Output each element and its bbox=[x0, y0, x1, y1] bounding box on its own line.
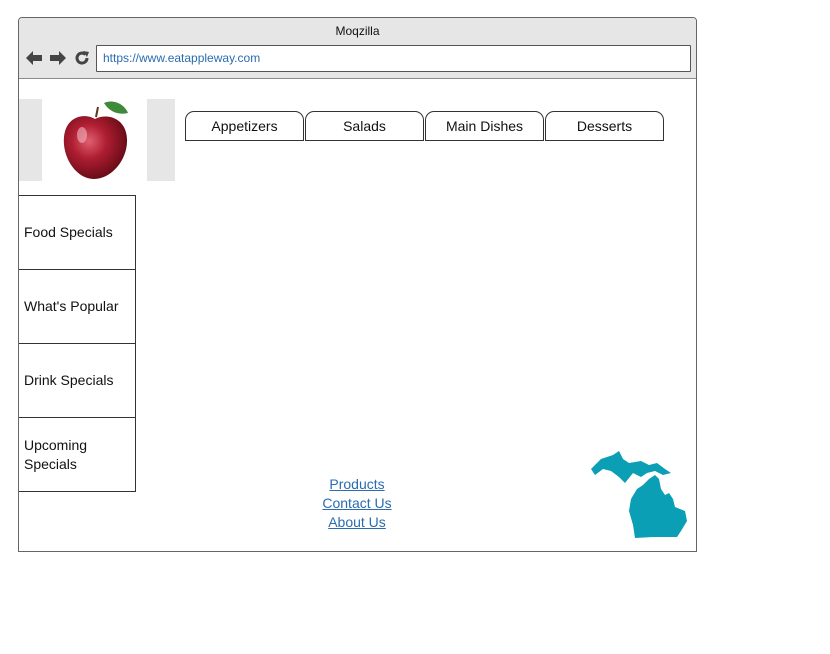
forward-arrow-icon bbox=[50, 51, 66, 65]
forward-button[interactable] bbox=[49, 49, 67, 67]
apple-icon bbox=[63, 101, 128, 179]
footer-links: Products Contact Us About Us bbox=[294, 475, 420, 532]
tab-salads[interactable]: Salads bbox=[305, 111, 424, 141]
logo-container bbox=[19, 99, 175, 181]
reload-icon bbox=[75, 51, 89, 65]
footer-link-contact-us[interactable]: Contact Us bbox=[294, 494, 420, 513]
reload-button[interactable] bbox=[73, 49, 91, 67]
back-arrow-icon bbox=[26, 51, 42, 65]
tab-main-dishes[interactable]: Main Dishes bbox=[425, 111, 544, 141]
tab-appetizers[interactable]: Appetizers bbox=[185, 111, 304, 141]
footer-link-products[interactable]: Products bbox=[294, 475, 420, 494]
sidebar-item-food-specials[interactable]: Food Specials bbox=[19, 195, 136, 270]
browser-window: Moqzilla https://www.eatappleway.com App… bbox=[18, 17, 697, 552]
sidebar-item-upcoming-specials[interactable]: Upcoming Specials bbox=[19, 417, 136, 492]
tab-desserts[interactable]: Desserts bbox=[545, 111, 664, 141]
sidebar-item-whats-popular[interactable]: What's Popular bbox=[19, 269, 136, 344]
window-title: Moqzilla bbox=[335, 24, 380, 38]
footer-link-about-us[interactable]: About Us bbox=[294, 513, 420, 532]
category-tabs: Appetizers Salads Main Dishes Desserts bbox=[185, 111, 665, 141]
michigan-map-icon bbox=[591, 451, 687, 538]
sidebar-item-drink-specials[interactable]: Drink Specials bbox=[19, 343, 136, 418]
back-button[interactable] bbox=[25, 49, 43, 67]
browser-chrome: Moqzilla https://www.eatappleway.com bbox=[19, 18, 696, 79]
sidebar: Food Specials What's Popular Drink Speci… bbox=[19, 195, 136, 492]
address-bar[interactable]: https://www.eatappleway.com bbox=[96, 45, 691, 72]
